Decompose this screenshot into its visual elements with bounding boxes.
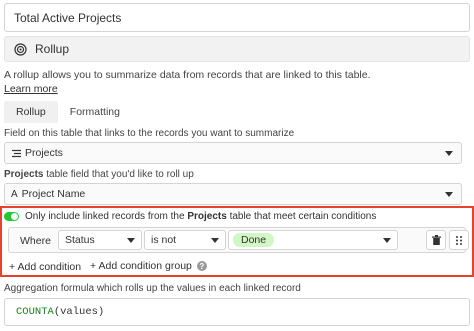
tab-formatting[interactable]: Formatting bbox=[58, 101, 132, 123]
rollup-field-label: Projects table field that you'd like to … bbox=[4, 169, 194, 180]
status-chip: Done bbox=[233, 233, 275, 247]
formula-args: (values) bbox=[53, 306, 105, 318]
where-label: Where bbox=[20, 235, 51, 247]
conditions-toggle[interactable] bbox=[4, 211, 19, 221]
chevron-down-icon bbox=[127, 237, 135, 243]
help-icon[interactable]: ? bbox=[196, 261, 207, 271]
rollup-description: A rollup allows you to summarize data fr… bbox=[4, 69, 371, 95]
tab-bar: Rollup Formatting bbox=[4, 101, 132, 123]
field-name-value: Total Active Projects bbox=[14, 10, 122, 25]
chevron-down-icon bbox=[445, 150, 453, 156]
link-field-select[interactable]: Projects bbox=[4, 142, 462, 164]
drag-handle-icon bbox=[456, 235, 462, 245]
rollup-field-value: Project Name bbox=[21, 188, 86, 200]
link-field-value: Projects bbox=[25, 147, 63, 159]
trash-icon bbox=[431, 235, 441, 245]
learn-more-link[interactable]: Learn more bbox=[4, 83, 58, 95]
formula-function: COUNTA bbox=[16, 306, 54, 318]
field-name-input[interactable]: Total Active Projects bbox=[4, 3, 470, 32]
aggregation-formula-input[interactable]: COUNTA (values) bbox=[4, 298, 470, 326]
condition-value-select[interactable]: Done bbox=[228, 230, 398, 250]
rollup-field-select[interactable]: A Project Name bbox=[4, 183, 462, 205]
condition-operator-select[interactable]: is not bbox=[144, 230, 226, 250]
chevron-down-icon bbox=[211, 237, 219, 243]
add-condition-button[interactable]: + Add condition bbox=[9, 261, 81, 273]
conditions-toggle-row: Only include linked records from the Pro… bbox=[4, 209, 470, 223]
add-condition-group-button[interactable]: + Add condition group ? bbox=[90, 260, 207, 272]
delete-condition-button[interactable] bbox=[426, 230, 446, 250]
condition-field-select[interactable]: Status bbox=[58, 230, 142, 250]
text-type-icon: A bbox=[11, 188, 18, 200]
list-link-icon bbox=[11, 149, 21, 158]
field-type-select[interactable]: Rollup bbox=[4, 36, 470, 62]
field-type-label: Rollup bbox=[35, 42, 70, 56]
link-field-label: Field on this table that links to the re… bbox=[4, 128, 295, 139]
aggregation-label: Aggregation formula which rolls up the v… bbox=[4, 283, 301, 294]
chevron-down-icon bbox=[383, 237, 391, 243]
tab-rollup[interactable]: Rollup bbox=[4, 101, 58, 123]
toggle-knob bbox=[11, 212, 18, 220]
chevron-down-icon bbox=[445, 191, 453, 197]
drag-condition-handle[interactable] bbox=[449, 230, 469, 250]
rollup-icon bbox=[13, 42, 27, 56]
